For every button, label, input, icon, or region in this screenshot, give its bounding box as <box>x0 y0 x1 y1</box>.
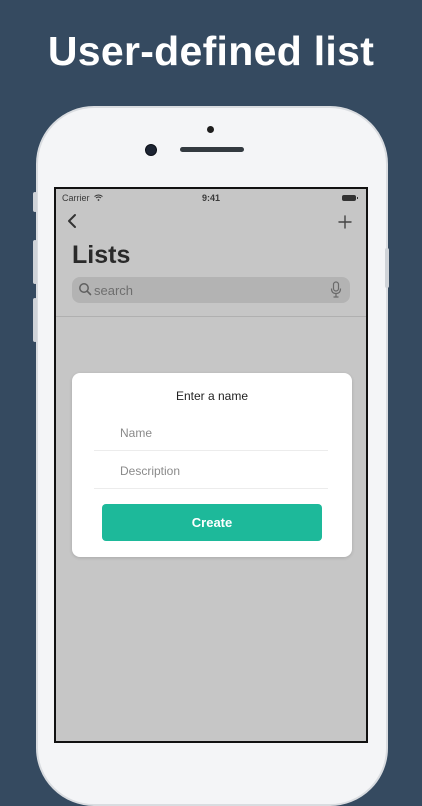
power-button <box>385 248 389 288</box>
name-field-container <box>94 416 328 451</box>
dialog-title: Enter a name <box>175 389 249 403</box>
page-title: Lists <box>72 241 131 269</box>
volume-up-button <box>33 240 37 284</box>
create-list-dialog: Enter a name Create <box>72 373 352 557</box>
proximity-sensor <box>207 126 214 133</box>
search-bar[interactable]: search <box>72 277 350 303</box>
mute-switch <box>33 192 37 212</box>
header-divider <box>56 316 366 317</box>
microphone-icon[interactable] <box>330 281 342 304</box>
status-bar: Carrier 9:41 <box>56 189 366 207</box>
status-time: 9:41 <box>201 193 220 203</box>
earpiece-speaker <box>180 147 244 152</box>
name-input[interactable] <box>94 416 328 450</box>
description-field-container <box>94 454 328 489</box>
battery-icon <box>342 195 358 201</box>
plus-icon[interactable] <box>338 211 352 233</box>
search-icon <box>78 282 92 301</box>
app-screen: Carrier 9:41 Lists search Enter a name N… <box>54 187 368 743</box>
volume-down-button <box>33 298 37 342</box>
headline: User-defined list <box>47 28 375 74</box>
chevron-left-icon[interactable] <box>66 211 78 233</box>
search-placeholder: search <box>94 283 134 298</box>
create-button[interactable]: Create <box>102 504 322 541</box>
front-camera <box>145 144 157 156</box>
description-input[interactable] <box>94 454 328 488</box>
